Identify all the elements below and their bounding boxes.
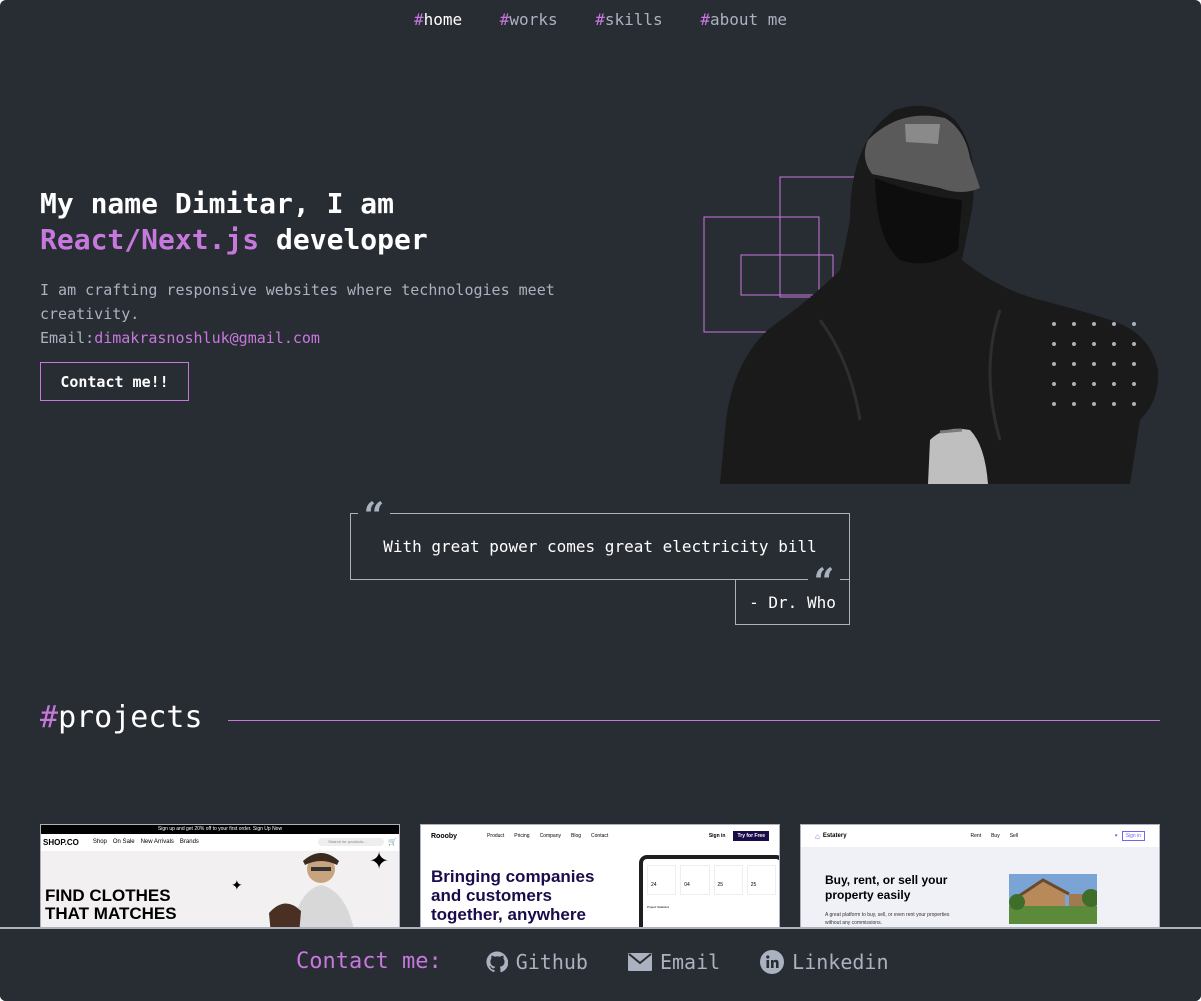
cart-icon: 🛒: [388, 839, 397, 846]
hero-title: My name Dimitar, I am React/Next.js deve…: [40, 186, 600, 258]
page-frame: #home #works #skills #about me My name D…: [0, 0, 1201, 1001]
nav-hash: #: [499, 10, 510, 29]
projects-section-title: #projects: [40, 700, 203, 735]
roooby-menu-item: Company: [539, 833, 561, 839]
roooby-panel-title: Project Statistics: [647, 905, 670, 909]
footer-link-github[interactable]: Github: [486, 950, 588, 974]
nav-label: about me: [709, 10, 788, 29]
estatery-menu-item: Buy: [991, 833, 1000, 839]
quote-text: With great power comes great electricity…: [383, 537, 817, 556]
shop-menu-item: Shop: [92, 839, 107, 845]
nav-label: skills: [604, 10, 663, 29]
shop-hero: FIND CLOTHES THAT MATCHES ✦ ✦: [41, 848, 399, 933]
estatery-logo-icon: ⌂: [815, 831, 820, 841]
nav-hash: #: [413, 10, 424, 29]
section-title-text: projects: [58, 700, 203, 735]
contact-me-button[interactable]: Contact me!!: [40, 362, 189, 401]
shop-models-photo: [269, 853, 355, 933]
footer-contact-label: Contact me:: [296, 949, 442, 974]
nav-label: home: [423, 10, 463, 29]
roooby-navbar: Roooby Product Pricing Company Blog Cont…: [421, 825, 779, 847]
roooby-tablet-mockup: 24 04 25 25 Project Statistics: [639, 855, 779, 933]
project-card-roooby[interactable]: Roooby Product Pricing Company Blog Cont…: [420, 824, 780, 934]
hero-title-line1: My name Dimitar, I am: [40, 187, 395, 220]
shop-menu-item: New Arrivals: [140, 839, 174, 845]
nav-item-about-me[interactable]: #about me: [700, 10, 787, 29]
hero-title-accent: React/Next.js: [40, 223, 260, 256]
nav-hash: #: [595, 10, 605, 29]
estatery-menu-item: Rent: [970, 833, 982, 839]
estatery-brand: Estatery: [822, 833, 847, 839]
estatery-house-photo: [1009, 874, 1097, 924]
shop-headline: FIND CLOTHES THAT MATCHES: [45, 886, 177, 923]
roooby-headline: Bringing companies and customers togethe…: [431, 867, 595, 924]
footer-link-email[interactable]: Email: [627, 949, 721, 974]
roooby-stat: 25: [746, 865, 776, 895]
estatery-hero: Buy, rent, or sell your property easily …: [801, 847, 1159, 933]
roooby-menu-item: Blog: [571, 833, 582, 839]
heart-icon: ♥: [1114, 833, 1118, 839]
hero-description-text: I am crafting responsive websites where …: [40, 281, 555, 323]
github-icon: [486, 950, 508, 972]
shop-navbar: SHOP.CO Shop On Sale New Arrivals Brands…: [41, 834, 399, 850]
nav-label: works: [509, 10, 558, 29]
estatery-menu-item: Sell: [1009, 833, 1019, 839]
roooby-brand: Roooby: [431, 832, 458, 840]
footer: Contact me: Github Email Linkedin: [0, 927, 1201, 1001]
sparkle-icon: ✦: [231, 877, 243, 893]
hero-title-rest: developer: [276, 223, 428, 256]
estatery-signin: Sign in: [1121, 831, 1145, 841]
cap-patch: [905, 124, 940, 144]
quote-box: With great power comes great electricity…: [350, 513, 850, 580]
linkedin-icon: [760, 949, 785, 974]
roooby-stats-row: 24 04 25 25: [643, 859, 779, 895]
hero-description: I am crafting responsive websites where …: [40, 278, 560, 350]
shop-menu-item: On Sale: [112, 839, 135, 845]
footer-link-label: Email: [659, 949, 721, 974]
shop-search: Search for products...: [318, 838, 385, 846]
roooby-cta: Try for Free: [733, 831, 769, 841]
footer-link-label: Linkedin: [792, 949, 889, 974]
shop-brand: SHOP.CO: [43, 837, 79, 847]
nav-item-home[interactable]: #home: [414, 10, 462, 29]
roooby-menu-item: Pricing: [514, 833, 530, 839]
nav-item-skills[interactable]: #skills: [595, 10, 662, 29]
footer-link-linkedin[interactable]: Linkedin: [760, 949, 889, 974]
top-nav: #home #works #skills #about me: [0, 10, 1201, 29]
hero-portrait-illustration: [703, 105, 1159, 484]
email-icon: [627, 952, 652, 971]
roooby-stat: 24: [647, 865, 677, 895]
email-link[interactable]: dimakrasnoshluk@gmail.com: [94, 329, 320, 347]
estatery-headline: Buy, rent, or sell your property easily: [825, 873, 948, 902]
estatery-subtext: A great platform to buy, sell, or even r…: [825, 912, 950, 926]
roooby-stat: 04: [680, 865, 710, 895]
quote-author: - Dr. Who: [735, 580, 850, 625]
footer-link-label: Github: [515, 949, 588, 974]
roooby-menu-item: Product: [487, 833, 505, 839]
email-label: Email:: [40, 329, 95, 347]
roooby-menu-item: Contact: [591, 833, 609, 839]
roooby-signin: Sign in: [708, 833, 726, 839]
section-hash: #: [40, 700, 59, 735]
shop-menu-item: Brands: [179, 839, 199, 845]
project-card-shopco[interactable]: Sign up and get 20% off to your first or…: [40, 824, 400, 934]
roooby-tablet-screen: 24 04 25 25 Project Statistics: [643, 859, 779, 933]
watch-shape: [939, 428, 963, 434]
footer-contact-row: Contact me: Github Email Linkedin: [296, 949, 929, 974]
nav-item-works[interactable]: #works: [500, 10, 558, 29]
estatery-navbar: ⌂ Estatery Rent Buy Sell ♥ Sign in: [801, 825, 1159, 847]
section-divider: [228, 720, 1160, 721]
nav-hash: #: [700, 10, 710, 29]
quote-open-icon: “: [358, 498, 390, 534]
roooby-stat: 25: [713, 865, 743, 895]
shop-promo-banner: Sign up and get 20% off to your first or…: [41, 825, 399, 834]
project-card-estatery[interactable]: ⌂ Estatery Rent Buy Sell ♥ Sign in Buy, …: [800, 824, 1160, 934]
sparkle-icon: ✦: [369, 848, 390, 875]
